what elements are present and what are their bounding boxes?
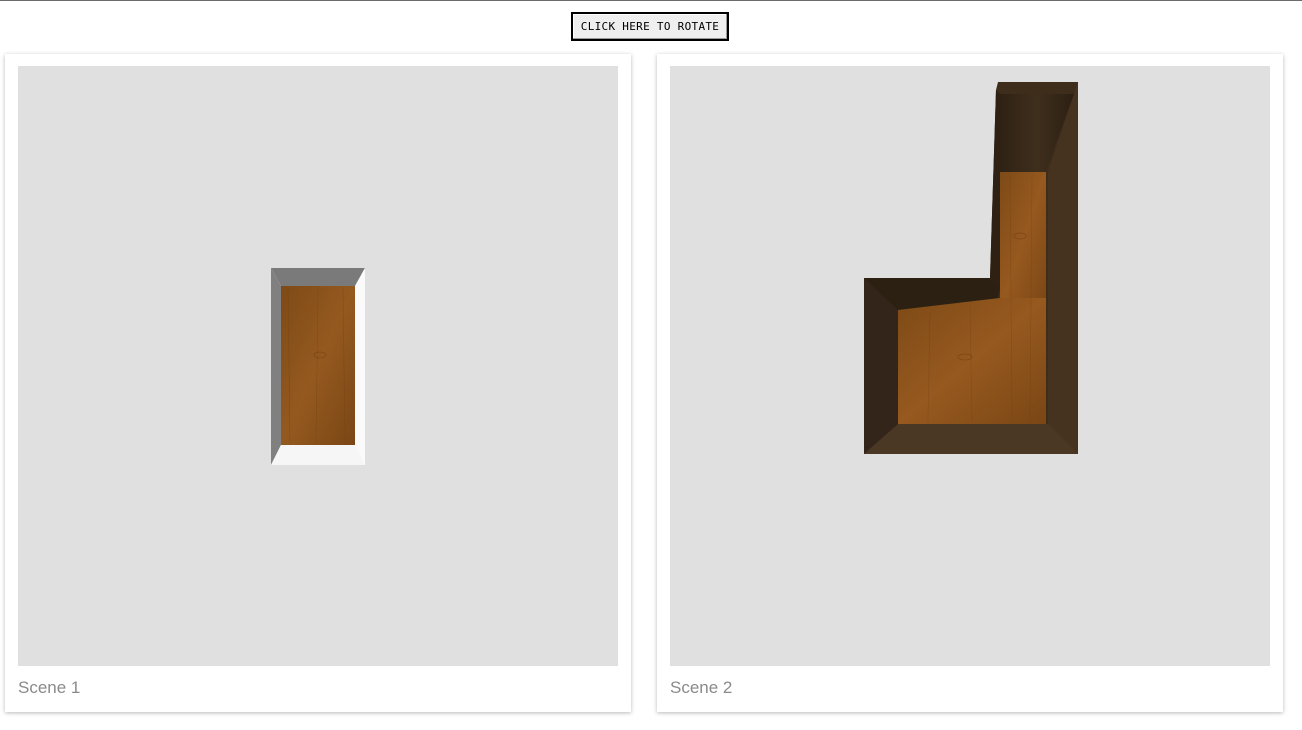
l-box-bottom-wall [864, 424, 1078, 454]
l-box-upper-left-wall [990, 90, 1000, 288]
box-bottom-wall [271, 445, 365, 465]
scene-1-render [271, 268, 365, 465]
top-divider [0, 0, 1302, 1]
scene-2-card: Scene 2 [657, 54, 1283, 712]
scene-2-render [864, 82, 1078, 454]
scene-2-viewport[interactable] [670, 66, 1270, 666]
rotate-button[interactable]: CLICK HERE TO ROTATE [571, 12, 729, 41]
scene-2-caption: Scene 2 [670, 678, 733, 697]
scene-1-caption: Scene 1 [18, 678, 81, 697]
box-top-wall [271, 268, 365, 286]
box-right-wall [355, 268, 365, 465]
box-left-wall [271, 268, 281, 465]
wood-floor-upper [1000, 172, 1046, 310]
scene-1-viewport[interactable] [18, 66, 618, 666]
scene-1-card: Scene 1 [5, 54, 631, 712]
